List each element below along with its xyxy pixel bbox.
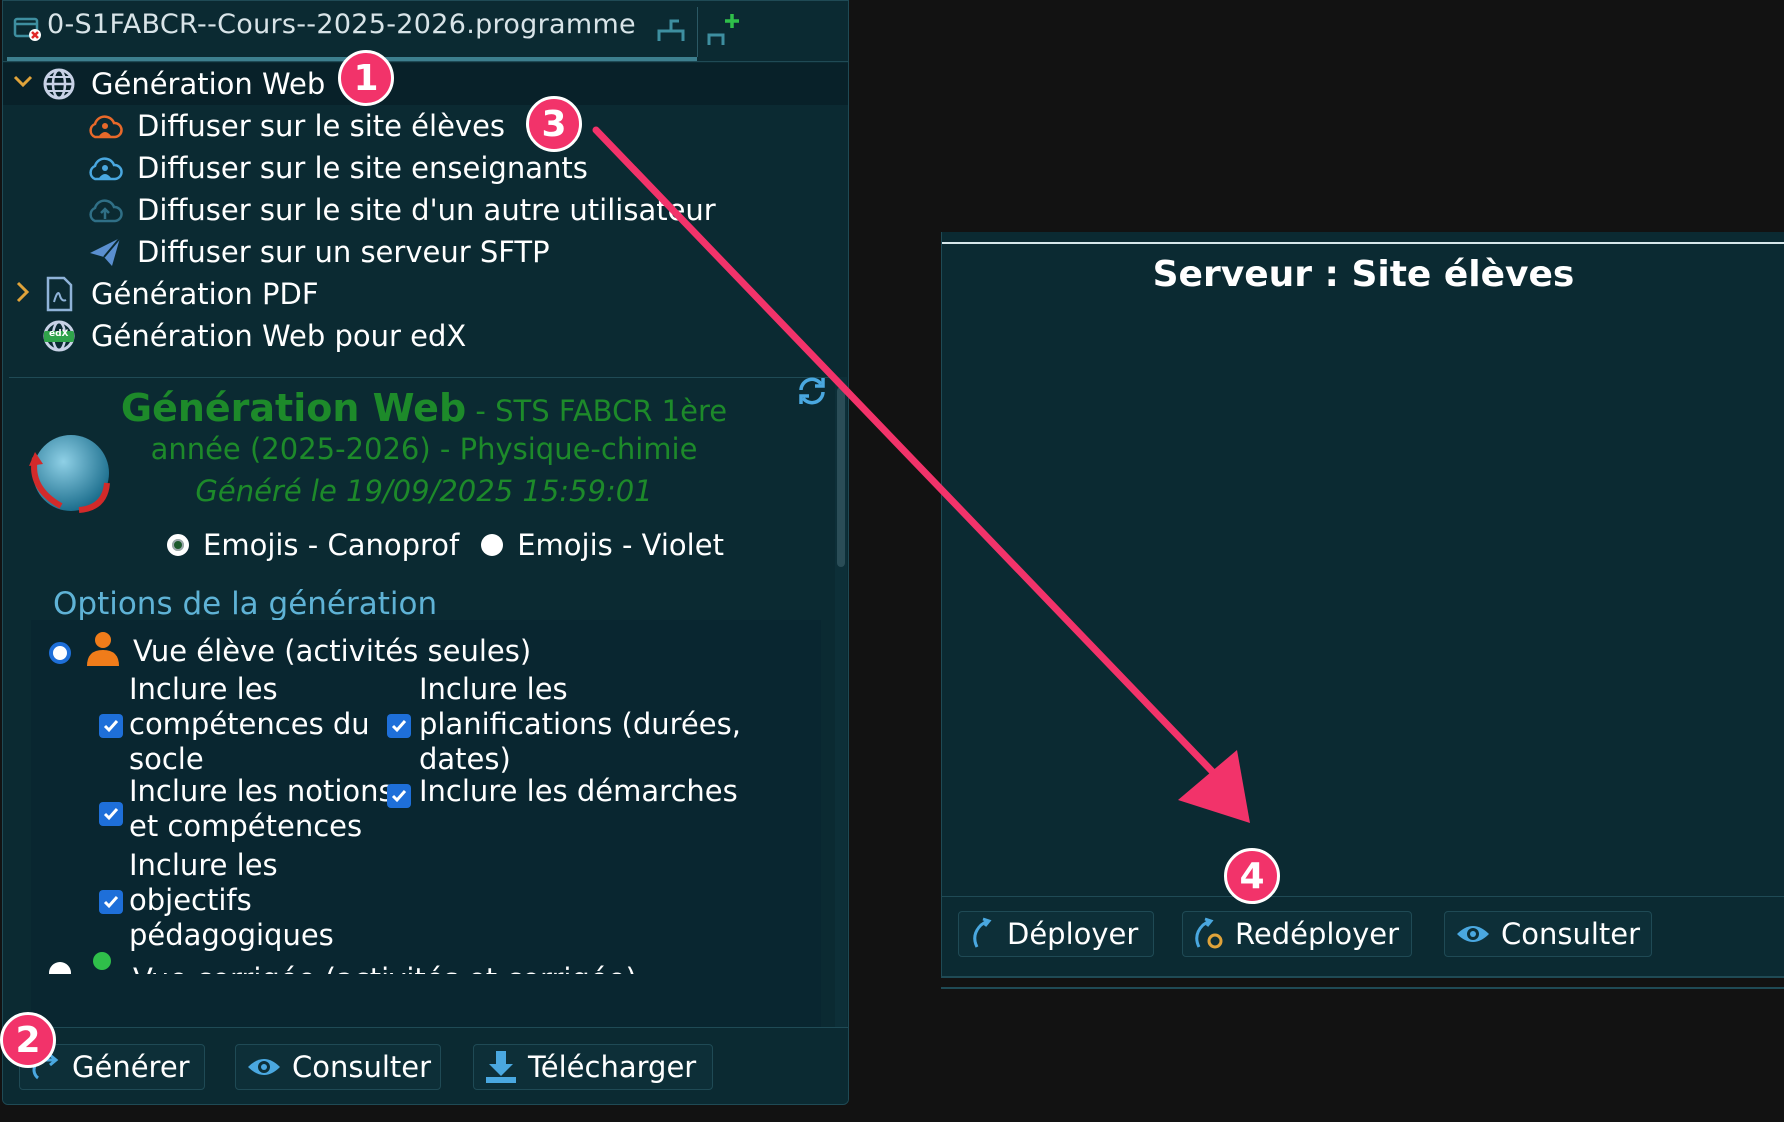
options-scrollbar[interactable] xyxy=(835,377,847,1027)
redeploy-icon xyxy=(1193,917,1225,951)
theme-selector: Emojis - Canoprof Emojis - Violet xyxy=(167,528,724,562)
step-badge-2: 2 xyxy=(0,1012,56,1068)
notions-label: Inclure les notions et compétences xyxy=(129,774,394,843)
tree-label-diffuser-eleves: Diffuser sur le site élèves xyxy=(137,109,506,143)
consulter-server-button[interactable]: Consulter xyxy=(1444,911,1652,957)
tree-label-generation-edx: Génération Web pour edX xyxy=(91,319,467,353)
eye-icon xyxy=(246,1055,282,1079)
network-icon[interactable] xyxy=(655,15,687,49)
theme-violet-label: Emojis - Violet xyxy=(517,528,724,562)
generation-subtitle-2: année (2025-2026) - Physique-chimie xyxy=(150,432,698,466)
objectifs-label: Inclure les objectifs pédagogiques xyxy=(129,848,334,952)
radio-theme-canoprof[interactable] xyxy=(167,534,189,556)
green-dot-icon xyxy=(93,952,111,970)
checkbox-objectifs[interactable] xyxy=(99,890,123,914)
redeployer-label: Redéployer xyxy=(1235,917,1400,951)
edx-badge-text: edX xyxy=(49,329,69,339)
competences-socle-label: Inclure les compétences du socle xyxy=(129,672,370,776)
tree-item-diffuser-sftp[interactable]: Diffuser sur un serveur SFTP xyxy=(87,231,550,273)
deployer-label: Déployer xyxy=(1007,917,1139,951)
generation-subtitle-1: - STS FABCR 1ère xyxy=(466,394,728,428)
theme-canoprof-label: Emojis - Canoprof xyxy=(203,528,460,562)
tree-item-generation-pdf[interactable]: Génération PDF xyxy=(3,273,319,315)
paper-plane-icon xyxy=(87,234,123,270)
server-panel: Serveur : Site élèves Déployer Redéploye… xyxy=(941,232,1784,978)
radio-theme-violet[interactable] xyxy=(481,534,504,556)
tree-item-diffuser-eleves[interactable]: Diffuser sur le site élèves xyxy=(87,105,505,147)
cloud-upload-icon xyxy=(87,192,123,228)
vue-corrigee-label: Vue corrigée (activités et corrigée) xyxy=(133,962,637,974)
chevron-down-icon[interactable] xyxy=(11,69,35,99)
globe-icon xyxy=(41,66,77,102)
program-tab[interactable]: 0-S1FABCR--Cours--2025-2026.programme xyxy=(7,1,697,61)
checkbox-planifications[interactable] xyxy=(387,714,411,738)
checkbox-competences-socle[interactable] xyxy=(99,714,123,738)
scrollbar-thumb[interactable] xyxy=(837,387,845,567)
checkbox-demarches[interactable] xyxy=(387,784,411,808)
options-area: Vue élève (activités seules) Inclure les… xyxy=(31,620,821,1028)
step-badge-3: 3 xyxy=(526,96,582,152)
telecharger-label: Télécharger xyxy=(528,1050,697,1084)
tab-title: 0-S1FABCR--Cours--2025-2026.programme xyxy=(47,9,636,40)
telecharger-button[interactable]: Télécharger xyxy=(473,1044,713,1090)
server-actions: Déployer Redéployer Consulter xyxy=(942,896,1784,977)
globe-edx-icon: edX xyxy=(41,318,77,354)
chevron-right-icon[interactable] xyxy=(13,279,33,311)
deployer-button[interactable]: Déployer xyxy=(958,911,1154,957)
generation-actions: Générer Consulter Télécharger xyxy=(3,1027,848,1104)
radio-vue-corrigee[interactable] xyxy=(49,962,71,974)
step-badge-1: 1 xyxy=(338,50,394,106)
server-panel-top-border xyxy=(942,242,1784,244)
consulter-generation-button[interactable]: Consulter xyxy=(235,1044,441,1090)
cloud-teacher-icon xyxy=(87,150,123,186)
generation-panel: 0-S1FABCR--Cours--2025-2026.programme Gé… xyxy=(2,0,849,1105)
tree-item-generation-edx[interactable]: edX Génération Web pour edX xyxy=(3,315,466,357)
tree-label-generation-pdf: Génération PDF xyxy=(91,277,319,311)
radio-vue-eleve[interactable] xyxy=(49,642,71,664)
options-header: Options de la génération xyxy=(53,586,438,622)
vue-eleve-label: Vue élève (activités seules) xyxy=(133,634,532,668)
tree-item-diffuser-autre[interactable]: Diffuser sur le site d'un autre utilisat… xyxy=(87,189,716,231)
generation-heading: Génération Web - STS FABCR 1ère xyxy=(9,386,839,430)
tree-label-generation-web: Génération Web xyxy=(91,67,326,101)
tree-label-diffuser-enseignants: Diffuser sur le site enseignants xyxy=(137,151,588,185)
consulter-server-label: Consulter xyxy=(1501,917,1641,951)
generer-label: Générer xyxy=(72,1050,190,1084)
tab-bar: 0-S1FABCR--Cours--2025-2026.programme xyxy=(3,1,848,62)
deploy-icon xyxy=(969,917,997,951)
step-badge-4: 4 xyxy=(1224,848,1280,904)
refresh-icon[interactable] xyxy=(795,374,829,412)
server-title: Serveur : Site élèves xyxy=(1152,254,1575,295)
tree-item-diffuser-enseignants[interactable]: Diffuser sur le site enseignants xyxy=(87,147,588,189)
tab-separator xyxy=(697,7,698,57)
planifications-label: Inclure les planifications (durées, date… xyxy=(419,672,741,776)
program-file-icon xyxy=(13,13,43,47)
student-person-icon xyxy=(83,628,123,672)
tree-label-diffuser-sftp: Diffuser sur un serveur SFTP xyxy=(137,235,550,269)
vue-corrigee-row[interactable]: Vue corrigée (activités et corrigée) xyxy=(31,950,821,974)
add-tab-icon[interactable] xyxy=(703,11,743,55)
pdf-icon xyxy=(41,276,77,312)
tree-label-diffuser-autre: Diffuser sur le site d'un autre utilisat… xyxy=(137,193,716,227)
generation-details: Génération Web - STS FABCR 1ère année (2… xyxy=(9,377,839,1028)
cloud-student-icon xyxy=(87,108,123,144)
eye-icon xyxy=(1455,922,1491,946)
consulter-generation-label: Consulter xyxy=(292,1050,432,1084)
generation-date: Généré le 19/09/2025 15:59:01 xyxy=(195,474,653,508)
redeployer-button[interactable]: Redéployer xyxy=(1182,911,1412,957)
tree-item-generation-web[interactable]: Génération Web xyxy=(3,63,848,105)
server-panel-bottom-line xyxy=(941,987,1784,989)
download-icon xyxy=(484,1049,518,1085)
checkbox-notions[interactable] xyxy=(99,802,123,826)
demarches-label: Inclure les démarches xyxy=(419,774,738,808)
generation-title: Génération Web xyxy=(120,386,467,430)
